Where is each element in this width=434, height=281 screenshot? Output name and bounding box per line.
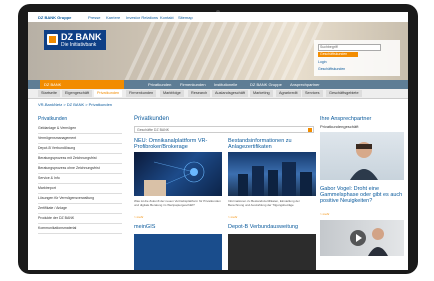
topbar-link-presse[interactable]: Presse: [88, 15, 100, 20]
topbar-link-ir[interactable]: Investor Relations: [126, 15, 158, 20]
card-text: Informationen zu Bestandszertifikaten, E…: [228, 199, 300, 207]
card-title[interactable]: meinGIS: [134, 224, 222, 230]
breadcrumb[interactable]: VR-BankNetz > DZ BANK > Privatkunden: [38, 102, 112, 107]
nav-item-gruppe[interactable]: DZ BANK Gruppe: [250, 80, 282, 89]
card-more-link[interactable]: > mehr: [134, 215, 143, 219]
sidebar-item[interactable]: Depot-B Verbundlösung: [38, 144, 122, 154]
sidebar-item[interactable]: Beratungsprozess ohne Zeichnungsfrist: [38, 164, 122, 174]
topbar-link-sitemap[interactable]: Sitemap: [178, 15, 193, 20]
card-image[interactable]: [134, 234, 222, 270]
contact-subtitle: Privatkundengeschäft: [320, 124, 359, 129]
card-title[interactable]: Bestandsinformationen zu Anlagezertifika…: [228, 138, 316, 150]
card-title[interactable]: Depot-B Verbundausweitung: [228, 224, 316, 230]
news-more-link[interactable]: > mehr: [320, 212, 329, 216]
sidebar-item[interactable]: Lösungen für Vermögensverwaltung: [38, 194, 122, 204]
search-login-panel: Suchbegriff Geschäftskunden Login Geschä…: [314, 40, 400, 76]
dropdown-icon[interactable]: [308, 128, 312, 132]
dz-bank-logo[interactable]: DZ BANK Die Initiativbank: [44, 30, 106, 50]
logo-mark-icon: [47, 34, 58, 45]
sidebar-item[interactable]: Beratungsprozess mit Zeichnungsfrist: [38, 154, 122, 164]
sidebar-item[interactable]: Service & Info: [38, 174, 122, 184]
card-more-link[interactable]: > mehr: [228, 215, 237, 219]
nav-item-firmenkunden[interactable]: Firmenkunden: [180, 80, 206, 89]
city-icon: [238, 162, 312, 196]
contact-photo[interactable]: [320, 132, 404, 180]
tab-marktfolge[interactable]: Marktfolge: [160, 90, 184, 97]
card-image[interactable]: [134, 152, 222, 196]
card-image[interactable]: [228, 234, 316, 270]
sidebar-item[interactable]: Vermögensmanagement: [38, 134, 122, 144]
network-icon: [144, 161, 205, 196]
login-button[interactable]: Geschäftskunden: [318, 52, 358, 57]
topbar-link-karriere[interactable]: Karriere: [106, 15, 120, 20]
sidebar: Privatkunden Geldanlage & Vermögen Vermö…: [38, 116, 122, 234]
hero-banner: DZ BANK Die Initiativbank Suchbegriff Ge…: [28, 22, 408, 80]
page-title: Privatkunden: [134, 116, 170, 122]
logo-subtitle: Die Initiativbank: [61, 42, 97, 48]
brand-link[interactable]: DZ BANK Gruppe: [38, 15, 71, 20]
card-title[interactable]: NEU: Omnikanalplattform VR-Profibroker/B…: [134, 138, 222, 150]
contact-title: Ihre Ansprechpartner: [320, 116, 372, 122]
tab-agrarkredit[interactable]: Agrarkredit: [276, 90, 301, 97]
search-input[interactable]: Suchbegriff: [318, 44, 381, 51]
card-image[interactable]: [228, 152, 316, 196]
tab-privatkunden[interactable]: Privatkunden: [94, 90, 123, 97]
card-text: Was ist die Zukunft der neuen Vertriebsp…: [134, 199, 221, 207]
nav-highlight[interactable]: DZ BANK: [40, 80, 124, 89]
tab-firmenkunden[interactable]: Firmenkunden: [126, 90, 157, 97]
tab-startseite[interactable]: Startseite: [38, 90, 61, 97]
tab-auslandsgeschaeft[interactable]: Auslandsgeschäft: [212, 90, 248, 97]
nav-item-privatkunden[interactable]: Privatkunden: [148, 80, 171, 89]
nav-item-ansprechpartner[interactable]: Ansprechpartner: [290, 80, 320, 89]
main-navigation: DZ BANK Privatkunden Firmenkunden Instit…: [28, 80, 408, 89]
nav-item-institutionelle[interactable]: Institutionelle: [214, 80, 237, 89]
sidebar-item[interactable]: Marktreport: [38, 184, 122, 194]
browser-screen: DZ BANK Gruppe Presse Karriere Investor …: [28, 12, 408, 270]
video-thumbnail[interactable]: [320, 220, 404, 256]
main-content: Privatkunden Geschäfte DZ BANK NEU: Omni…: [134, 116, 316, 270]
tab-research[interactable]: Research: [188, 90, 211, 97]
play-icon[interactable]: [350, 230, 366, 246]
tab-eigengeschaeft[interactable]: Eigengeschäft: [62, 90, 93, 97]
tab-services[interactable]: Services: [302, 90, 323, 97]
sidebar-title: Privatkunden: [38, 116, 68, 122]
tab-geschaeftsgebiete[interactable]: Geschäftsgebiete: [326, 90, 362, 97]
person-icon: [350, 142, 378, 180]
news-title[interactable]: Gabor Vogel: Droht eine Gammelsphase ode…: [320, 186, 404, 204]
sidebar-item[interactable]: Geldanlage & Vermögen: [38, 124, 122, 134]
tab-marketing[interactable]: Marketing: [250, 90, 273, 97]
customer-link[interactable]: Geschäftskunden: [318, 67, 345, 71]
logo-name: DZ BANK: [61, 32, 102, 42]
sidebar-item[interactable]: Zertifikate / Anlage: [38, 204, 122, 214]
sidebar-item[interactable]: Kommunikationsmaterial: [38, 224, 122, 234]
section-tabs: Startseite Eigengeschäft Privatkunden Fi…: [28, 89, 408, 99]
topbar-link-kontakt[interactable]: Kontakt: [160, 15, 174, 20]
sidebar-item[interactable]: Produkte der DZ BANK: [38, 214, 122, 224]
subsection-select[interactable]: Geschäfte DZ BANK: [134, 126, 314, 133]
login-link[interactable]: Login: [318, 60, 327, 64]
subsection-select-label: Geschäfte DZ BANK: [137, 128, 170, 132]
